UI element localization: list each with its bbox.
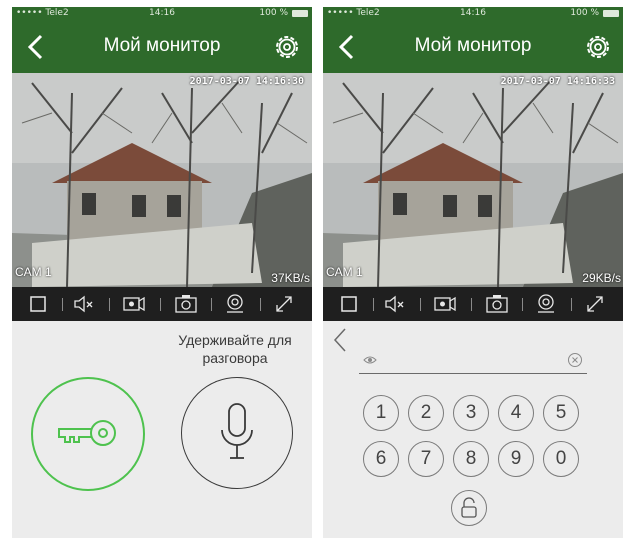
hold-to-talk-hint: Удерживайте для разговора — [178, 332, 292, 366]
toolbar-divider — [62, 298, 63, 311]
toolbar-divider — [420, 298, 421, 311]
toolbar-divider — [109, 298, 110, 311]
camera-video-feed[interactable]: 2017-03-07 14:16:33 CAM 1 29KB/s — [323, 73, 623, 287]
eye-icon[interactable] — [363, 354, 377, 366]
clear-icon[interactable] — [567, 352, 583, 368]
push-to-talk-button[interactable] — [181, 377, 293, 489]
keypad-key-0[interactable]: 0 — [543, 441, 579, 477]
battery-label: 100 % — [570, 8, 599, 18]
fullscreen-icon[interactable] — [271, 292, 297, 316]
record-square-icon[interactable] — [336, 292, 362, 316]
battery-icon — [292, 10, 308, 17]
video-toolbar — [323, 287, 623, 321]
keypad-key-6[interactable]: 6 — [363, 441, 399, 477]
mute-icon[interactable] — [70, 292, 96, 316]
camera-video-feed[interactable]: 2017-03-07 14:16:30 CAM 1 37KB/s — [12, 73, 312, 287]
toolbar-divider — [211, 298, 212, 311]
camera-label: CAM 1 — [15, 265, 52, 279]
battery-icon — [603, 10, 619, 17]
keypad-key-8[interactable]: 8 — [453, 441, 489, 477]
password-field[interactable] — [359, 347, 587, 374]
snapshot-icon[interactable] — [484, 292, 510, 316]
keypad-key-2[interactable]: 2 — [408, 395, 444, 431]
phone-screen-intercom: ••••• Tele2 14:16 100 % Мой монитор 2017… — [12, 7, 312, 538]
padlock-open-icon — [461, 497, 477, 518]
phone-screen-keypad: ••••• Tele2 14:16 100 % Мой монитор 2017… — [323, 7, 623, 538]
fullscreen-icon[interactable] — [582, 292, 608, 316]
toolbar-divider — [260, 298, 261, 311]
keypad-key-7[interactable]: 7 — [408, 441, 444, 477]
status-bar: ••••• Tele2 14:16 100 % — [12, 7, 312, 21]
status-bar: ••••• Tele2 14:16 100 % — [323, 7, 623, 21]
page-title: Мой монитор — [414, 35, 532, 56]
video-timestamp: 2017-03-07 14:16:30 — [189, 76, 304, 87]
microphone-icon — [221, 403, 253, 459]
nav-bar: Мой монитор — [12, 21, 312, 73]
gear-icon[interactable] — [583, 32, 613, 62]
unlock-door-button[interactable] — [31, 377, 145, 491]
key-icon — [58, 420, 116, 446]
mute-icon[interactable] — [381, 292, 407, 316]
toolbar-divider — [471, 298, 472, 311]
toolbar-divider — [373, 298, 374, 311]
video-record-icon[interactable] — [432, 292, 458, 316]
bitrate-label: 37KB/s — [271, 271, 310, 285]
video-toolbar — [12, 287, 312, 321]
gear-icon[interactable] — [272, 32, 302, 62]
playback-icon[interactable] — [222, 292, 248, 316]
toolbar-divider — [571, 298, 572, 311]
keypad-key-1[interactable]: 1 — [363, 395, 399, 431]
bitrate-label: 29KB/s — [582, 271, 621, 285]
snapshot-icon[interactable] — [173, 292, 199, 316]
keypad-back-chevron-icon[interactable] — [331, 327, 349, 353]
keypad-key-4[interactable]: 4 — [498, 395, 534, 431]
toolbar-divider — [160, 298, 161, 311]
camera-scene-image — [323, 73, 623, 287]
video-timestamp: 2017-03-07 14:16:33 — [500, 76, 615, 87]
record-square-icon[interactable] — [25, 292, 51, 316]
password-input[interactable] — [385, 350, 559, 372]
camera-scene-image — [12, 73, 312, 287]
battery-label: 100 % — [259, 8, 288, 18]
page-title: Мой монитор — [103, 35, 221, 56]
unlock-submit-button[interactable] — [451, 490, 487, 526]
nav-bar: Мой монитор — [323, 21, 623, 73]
camera-label: CAM 1 — [326, 265, 363, 279]
playback-icon[interactable] — [533, 292, 559, 316]
keypad-key-5[interactable]: 5 — [543, 395, 579, 431]
keypad-key-9[interactable]: 9 — [498, 441, 534, 477]
keypad-key-3[interactable]: 3 — [453, 395, 489, 431]
video-record-icon[interactable] — [121, 292, 147, 316]
toolbar-divider — [522, 298, 523, 311]
